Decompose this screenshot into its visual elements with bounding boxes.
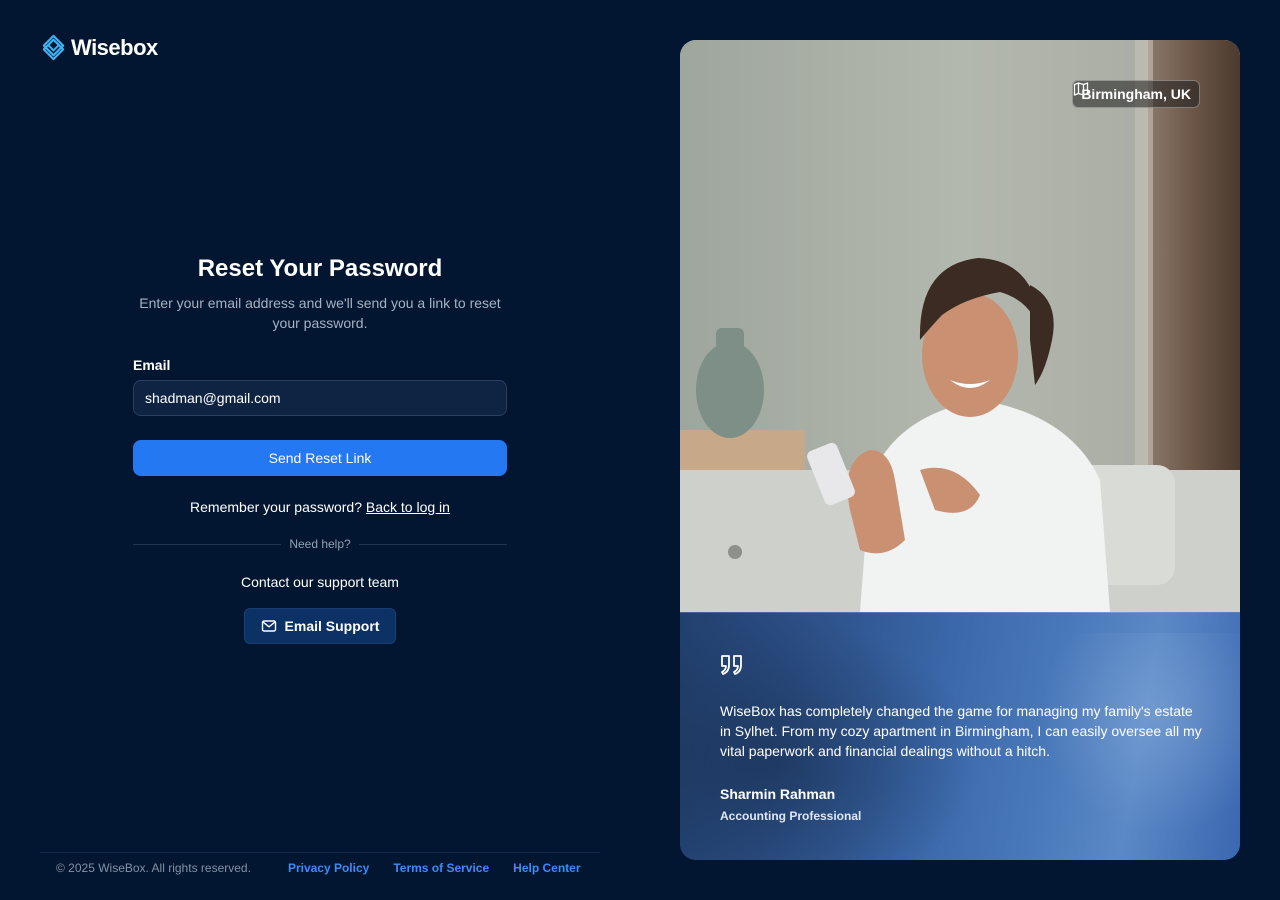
email-support-button[interactable]: Email Support xyxy=(243,608,397,644)
privacy-policy-link[interactable]: Privacy Policy xyxy=(288,861,369,875)
map-icon xyxy=(1074,82,1089,96)
testimonial-role: Accounting Professional xyxy=(720,809,862,823)
page-subtitle: Enter your email address and we'll send … xyxy=(139,295,501,331)
wisebox-logo-icon xyxy=(42,34,65,61)
page-title: Reset Your Password xyxy=(197,255,443,282)
testimonial-quote: WiseBox has completely changed the game … xyxy=(720,703,1202,759)
terms-of-service-link[interactable]: Terms of Service xyxy=(393,861,489,875)
contact-support-text: Contact our support team xyxy=(241,574,399,590)
email-support-label: Email Support xyxy=(284,618,380,634)
back-to-login-link[interactable]: Back to log in xyxy=(366,499,450,515)
help-divider: Need help? xyxy=(133,537,508,551)
remember-text: Remember your password? xyxy=(190,499,362,515)
help-center-link[interactable]: Help Center xyxy=(513,861,580,875)
send-reset-link-button[interactable]: Send Reset Link xyxy=(133,440,507,476)
brand-name: Wisebox xyxy=(71,34,158,60)
divider-line-right xyxy=(358,543,508,545)
location-badge: Birmingham, UK xyxy=(1072,80,1200,108)
divider-text: Need help? xyxy=(289,537,351,551)
brand-logo[interactable]: Wisebox xyxy=(40,34,158,61)
photo-illustration xyxy=(680,40,1240,612)
copyright-text: © 2025 WiseBox. All rights reserved. xyxy=(56,861,251,875)
quote-icon xyxy=(721,655,742,675)
email-field[interactable] xyxy=(133,380,507,416)
divider-line-left xyxy=(133,543,282,545)
testimonial-quote-box: WiseBox has completely changed the game … xyxy=(680,612,1240,860)
remember-password-row: Remember your password? Back to log in xyxy=(133,499,507,515)
mail-icon xyxy=(261,620,276,632)
location-text: Birmingham, UK xyxy=(1081,86,1191,102)
footer-divider xyxy=(40,852,600,853)
testimonial-author: Sharmin Rahman xyxy=(720,786,836,802)
footer: © 2025 WiseBox. All rights reserved. Pri… xyxy=(56,861,581,875)
reset-password-form: Reset Your Password Enter your email add… xyxy=(133,255,508,644)
email-label: Email xyxy=(133,357,171,373)
testimonial-photo: Birmingham, UK xyxy=(680,40,1240,612)
testimonial-panel: Birmingham, UK WiseBox has completely ch… xyxy=(680,40,1240,860)
